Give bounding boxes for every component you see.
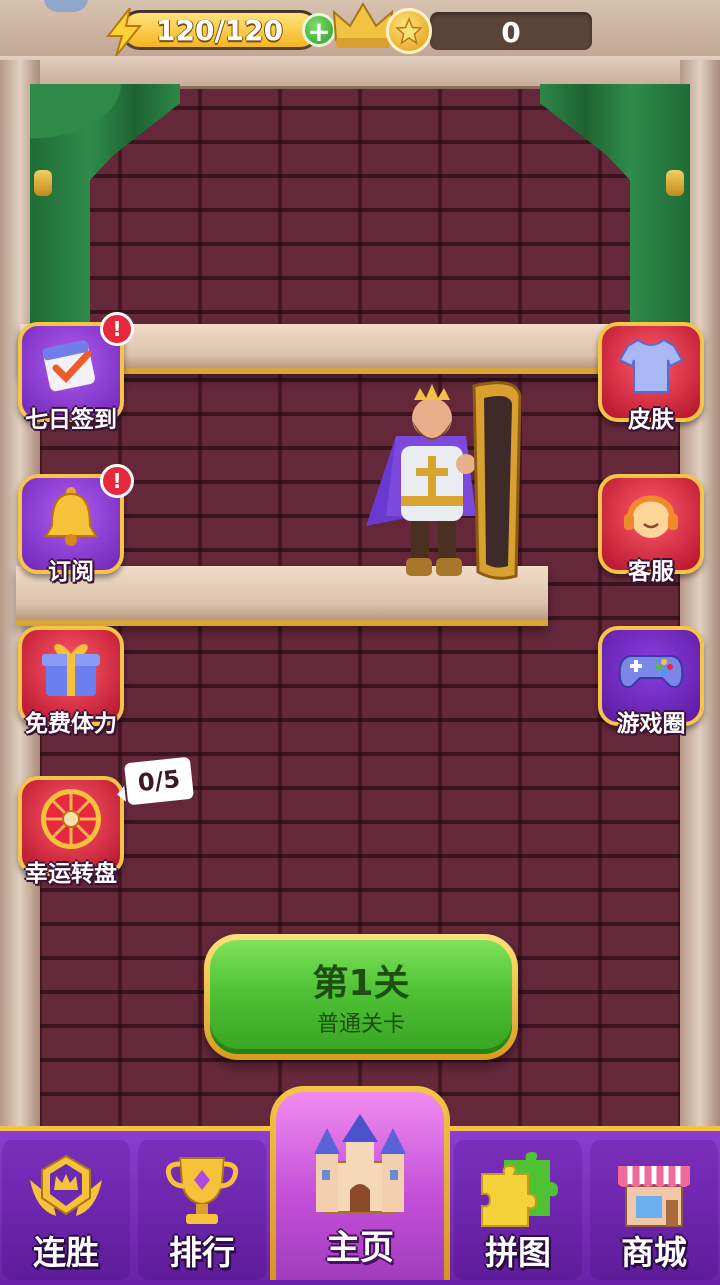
free-energy-button[interactable]: 免费体力 bbox=[14, 626, 128, 737]
lucky-wheel-button[interactable]: 幸运转盘 bbox=[14, 776, 128, 887]
daily-checkin-label: 七日签到 bbox=[25, 407, 117, 433]
start-level-button[interactable]: 第1关 普通关卡 bbox=[204, 934, 518, 1060]
level-title: 第1关 bbox=[312, 963, 410, 1004]
nav-streak-label: 连胜 bbox=[33, 1233, 99, 1272]
king-character bbox=[366, 381, 522, 580]
nav-tab-streak[interactable]: 连胜 bbox=[0, 1138, 132, 1280]
alert-badge: ! bbox=[100, 464, 134, 498]
nav-home-label: 主页 bbox=[326, 1228, 394, 1268]
bell-icon bbox=[44, 487, 98, 546]
nav-shop-label: 商城 bbox=[621, 1233, 687, 1272]
coin-counter: 0 bbox=[430, 12, 592, 50]
energy-value: 120/120 bbox=[156, 14, 284, 47]
calendar-check-icon bbox=[42, 340, 95, 392]
nav-puzzle-label: 拼图 bbox=[485, 1233, 551, 1272]
shop-stall-icon bbox=[618, 1166, 690, 1227]
daily-checkin-button[interactable]: 七日签到 ! bbox=[14, 312, 134, 433]
level-type: 普通关卡 bbox=[316, 1012, 405, 1037]
skin-label: 皮肤 bbox=[628, 407, 674, 433]
nav-tab-shop[interactable]: 商城 bbox=[588, 1138, 720, 1280]
skin-button[interactable]: 皮肤 bbox=[594, 322, 708, 433]
curtain-tassel bbox=[666, 170, 684, 196]
trophy-icon bbox=[165, 1157, 239, 1224]
star-coin-icon bbox=[386, 8, 432, 54]
coin-value: 0 bbox=[501, 16, 521, 49]
alert-badge: ! bbox=[100, 312, 134, 346]
game-circle-label: 游戏圈 bbox=[616, 711, 686, 737]
curtain-tassel bbox=[34, 170, 52, 196]
lucky-wheel-label: 幸运转盘 bbox=[25, 861, 117, 887]
lightning-bolt-icon bbox=[105, 8, 143, 56]
start-level-button-face: 第1关 普通关卡 bbox=[210, 940, 512, 1054]
energy-meter: 120/120 bbox=[120, 10, 320, 50]
lucky-wheel-progress: 0/5 bbox=[123, 756, 195, 806]
customer-service-button[interactable]: 客服 bbox=[594, 474, 708, 585]
headset-agent-icon bbox=[624, 495, 678, 538]
shirt-icon bbox=[618, 338, 684, 393]
gamepad-icon bbox=[618, 655, 684, 688]
settings-gear-icon[interactable] bbox=[44, 0, 88, 12]
castle-icon bbox=[314, 1114, 406, 1213]
top-resource-bar: 120/120 + 0 bbox=[0, 0, 720, 56]
nav-tab-rank[interactable]: 排行 bbox=[136, 1138, 268, 1280]
nav-home-face: 主页 bbox=[276, 1092, 444, 1280]
lucky-wheel-icon bbox=[41, 789, 101, 849]
gift-box-icon bbox=[42, 644, 100, 696]
nav-tab-home[interactable]: 主页 bbox=[270, 1086, 450, 1280]
nav-rank-label: 排行 bbox=[169, 1233, 235, 1272]
subscribe-button[interactable]: 订阅 ! bbox=[14, 464, 134, 585]
subscribe-label: 订阅 bbox=[48, 559, 94, 585]
nav-tab-puzzle[interactable]: 拼图 bbox=[452, 1138, 584, 1280]
puzzle-piece-icon bbox=[481, 1152, 558, 1227]
customer-service-label: 客服 bbox=[628, 559, 674, 585]
winged-badge-icon bbox=[30, 1154, 102, 1216]
free-energy-label: 免费体力 bbox=[25, 711, 117, 737]
game-circle-button[interactable]: 游戏圈 bbox=[594, 626, 708, 737]
